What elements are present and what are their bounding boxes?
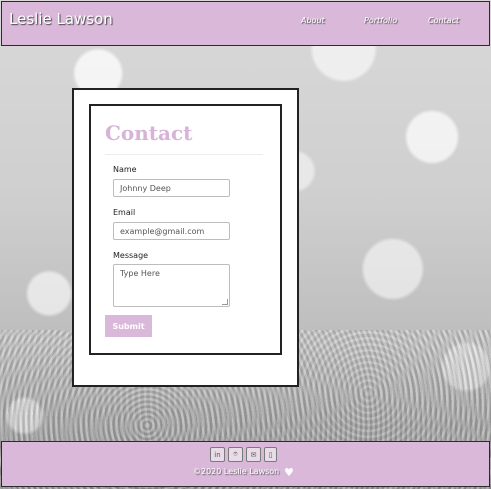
email-field[interactable]: example@gmail.com (113, 222, 230, 240)
title-divider (105, 154, 263, 155)
github-icon[interactable]: ⌾ (228, 447, 243, 462)
name-label: Name (113, 165, 137, 174)
nav-about-link[interactable]: About (301, 16, 325, 25)
submit-button[interactable]: Submit (105, 315, 152, 337)
phone-icon[interactable]: ▯ (264, 447, 277, 462)
name-field[interactable]: Johnny Deep (113, 179, 230, 197)
mail-icon[interactable]: ✉ (246, 447, 261, 462)
message-placeholder: Type Here (120, 269, 160, 278)
nav-portfolio-link[interactable]: Portfolio (364, 16, 397, 25)
resize-handle[interactable] (222, 299, 228, 305)
message-label: Message (113, 251, 149, 260)
email-label: Email (113, 208, 136, 217)
message-textarea[interactable]: Type Here (113, 264, 230, 307)
heart-icon: ♥ (284, 466, 294, 479)
copyright-text: ©2020 Leslie Lawson (193, 467, 280, 476)
site-logo[interactable]: Leslie Lawson (9, 10, 113, 28)
linkedin-icon[interactable]: in (210, 447, 225, 462)
page-title: Contact (105, 121, 193, 145)
nav-contact-link[interactable]: Contact (428, 16, 459, 25)
